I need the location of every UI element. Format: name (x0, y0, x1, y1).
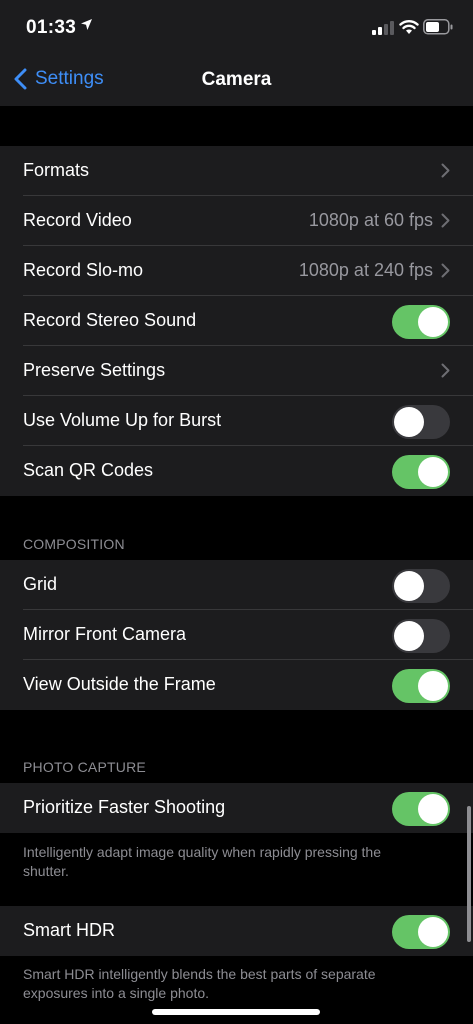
composition-group: Grid Mirror Front Camera View Outside th… (0, 560, 473, 710)
chevron-right-icon (441, 363, 450, 378)
chevron-right-icon (441, 263, 450, 278)
grid-toggle[interactable] (392, 569, 450, 603)
scan-qr-codes-toggle[interactable] (392, 455, 450, 489)
mirror-front-camera-label: Mirror Front Camera (23, 624, 187, 644)
photo-capture-header: PHOTO CAPTURE (23, 759, 146, 775)
cellular-signal-icon (372, 21, 394, 35)
smart-hdr-footer: Smart HDR intelligently blends the best … (23, 966, 376, 1001)
preserve-settings-row[interactable]: Preserve Settings (0, 346, 473, 396)
composition-header: COMPOSITION (23, 536, 125, 552)
formats-row[interactable]: Formats (0, 146, 473, 196)
smart-hdr-row: Smart HDR (0, 906, 473, 956)
wifi-icon (399, 20, 419, 34)
volume-up-burst-toggle[interactable] (392, 405, 450, 439)
record-video-label: Record Video (23, 210, 132, 230)
volume-up-burst-label: Use Volume Up for Burst (23, 410, 222, 430)
record-slomo-row[interactable]: Record Slo-mo 1080p at 240 fps (0, 246, 473, 296)
general-group: Formats Record Video 1080p at 60 fps Rec… (0, 146, 473, 496)
photo-capture-group: Prioritize Faster Shooting (0, 783, 473, 833)
record-stereo-sound-row: Record Stereo Sound (0, 296, 473, 346)
formats-label: Formats (23, 160, 90, 180)
record-video-row[interactable]: Record Video 1080p at 60 fps (0, 196, 473, 246)
record-stereo-sound-label: Record Stereo Sound (23, 310, 197, 330)
record-stereo-sound-toggle[interactable] (392, 305, 450, 339)
volume-up-burst-row: Use Volume Up for Burst (0, 396, 473, 446)
mirror-front-camera-toggle[interactable] (392, 619, 450, 653)
smart-hdr-label: Smart HDR (23, 920, 116, 940)
battery-icon (423, 19, 453, 35)
scan-qr-codes-row: Scan QR Codes (0, 446, 473, 496)
status-bar: 01:33 (0, 0, 473, 56)
view-outside-frame-toggle[interactable] (392, 669, 450, 703)
home-indicator[interactable] (152, 1009, 320, 1015)
smart-hdr-toggle[interactable] (392, 915, 450, 949)
record-video-value: 1080p at 60 fps (308, 210, 433, 230)
scan-qr-codes-label: Scan QR Codes (23, 460, 154, 480)
view-outside-frame-row: View Outside the Frame (0, 660, 473, 710)
page-title: Camera (201, 69, 272, 90)
mirror-front-camera-row: Mirror Front Camera (0, 610, 473, 660)
prioritize-faster-shooting-row: Prioritize Faster Shooting (0, 783, 473, 833)
location-arrow-icon (81, 19, 92, 30)
status-time: 01:33 (26, 17, 77, 38)
record-slomo-label: Record Slo-mo (23, 260, 144, 280)
record-slomo-value: 1080p at 240 fps (298, 260, 433, 280)
prioritize-faster-shooting-toggle[interactable] (392, 792, 450, 826)
grid-row: Grid (0, 560, 473, 610)
prioritize-faster-shooting-footer: Intelligently adapt image quality when r… (23, 844, 381, 879)
preserve-settings-label: Preserve Settings (23, 360, 166, 380)
navigation-bar: Settings Camera (0, 56, 473, 106)
smart-hdr-group: Smart HDR (0, 906, 473, 956)
chevron-right-icon (441, 213, 450, 228)
grid-label: Grid (23, 574, 58, 594)
scrollbar[interactable] (467, 806, 471, 942)
view-outside-frame-label: View Outside the Frame (23, 674, 216, 694)
chevron-right-icon (441, 163, 450, 178)
prioritize-faster-shooting-label: Prioritize Faster Shooting (23, 797, 226, 817)
